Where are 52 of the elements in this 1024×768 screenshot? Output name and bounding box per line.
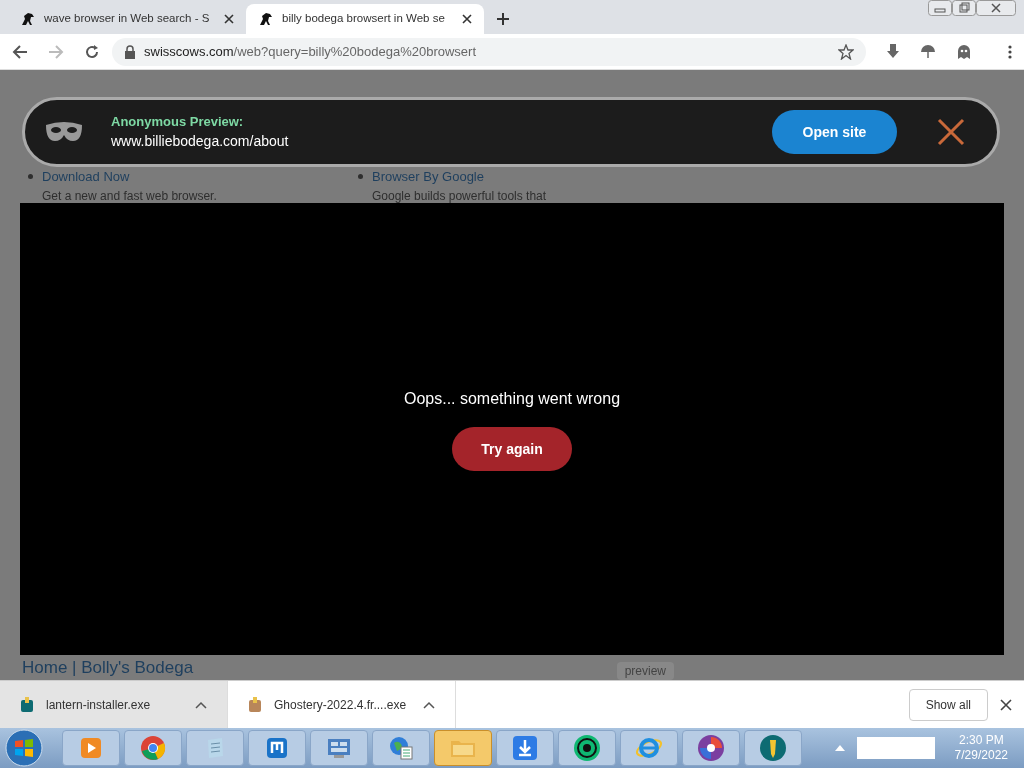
file-icon xyxy=(248,696,262,713)
reload-icon[interactable] xyxy=(84,43,100,60)
lantern-icon xyxy=(759,734,787,762)
new-tab-icon[interactable] xyxy=(496,12,510,26)
play-icon xyxy=(79,736,103,760)
start-icon[interactable] xyxy=(4,729,44,767)
horse-icon xyxy=(20,11,36,27)
bullet-icon xyxy=(358,174,363,180)
close-icon[interactable] xyxy=(976,0,1016,16)
chrome-icon xyxy=(140,735,166,761)
preview-label: Anonymous Preview: xyxy=(111,112,245,131)
horse-icon xyxy=(258,11,274,27)
download-name: lantern-installer.exe xyxy=(46,696,152,714)
taskbar-button[interactable] xyxy=(558,730,616,766)
mask-icon xyxy=(45,121,83,143)
result-snippet: Get a new and fast web browser. xyxy=(41,187,218,205)
download-name: Ghostery-2022.4.fr....exe xyxy=(274,696,408,714)
taskbar-button[interactable] xyxy=(682,730,740,766)
close-icon[interactable] xyxy=(224,14,234,24)
signal-icon xyxy=(573,734,601,762)
preview-url: www.billiebodega.com/about xyxy=(111,132,290,152)
try-again-button[interactable]: Try again xyxy=(452,427,572,471)
ghost-icon[interactable] xyxy=(956,43,972,60)
close-icon[interactable] xyxy=(462,14,472,24)
browser-tab[interactable]: billy bodega browsert in Web se xyxy=(246,4,484,34)
error-message: Oops... something went wrong xyxy=(403,389,621,409)
control-panel-icon xyxy=(326,736,352,760)
file-icon xyxy=(20,696,34,713)
download-icon xyxy=(512,735,538,761)
tab-title: billy bodega browsert in Web se xyxy=(282,11,446,27)
show-all-button[interactable]: Show all xyxy=(908,688,988,721)
clock-date: 7/29/2022 xyxy=(954,748,1008,763)
bullet-icon xyxy=(28,174,33,180)
menu-icon[interactable] xyxy=(1008,43,1012,60)
url-text: swisscows.com/web?query=billy%20bodega%20browsert xyxy=(144,42,478,61)
umbrella-icon[interactable] xyxy=(920,43,936,60)
result-snippet: Google builds powerful tools that xyxy=(371,187,548,205)
swirl-icon xyxy=(697,734,725,762)
tab-title: wave browser in Web search - S xyxy=(44,11,211,27)
caret-icon[interactable] xyxy=(423,700,435,709)
open-site-button[interactable]: Open site xyxy=(772,110,897,154)
close-icon[interactable] xyxy=(1000,698,1012,711)
address-bar[interactable]: swisscows.com/web?query=billy%20bodega%20browsert xyxy=(112,37,866,66)
download-icon[interactable] xyxy=(886,43,900,60)
star-icon[interactable] xyxy=(838,43,854,60)
back-icon[interactable] xyxy=(12,43,28,60)
restore-icon[interactable] xyxy=(952,0,976,16)
globe-icon xyxy=(388,735,414,761)
download-item[interactable]: lantern-installer.exe xyxy=(0,681,228,728)
clock-time: 2:30 PM xyxy=(958,733,1004,748)
lock-icon xyxy=(124,44,136,59)
caret-icon[interactable] xyxy=(195,700,207,709)
